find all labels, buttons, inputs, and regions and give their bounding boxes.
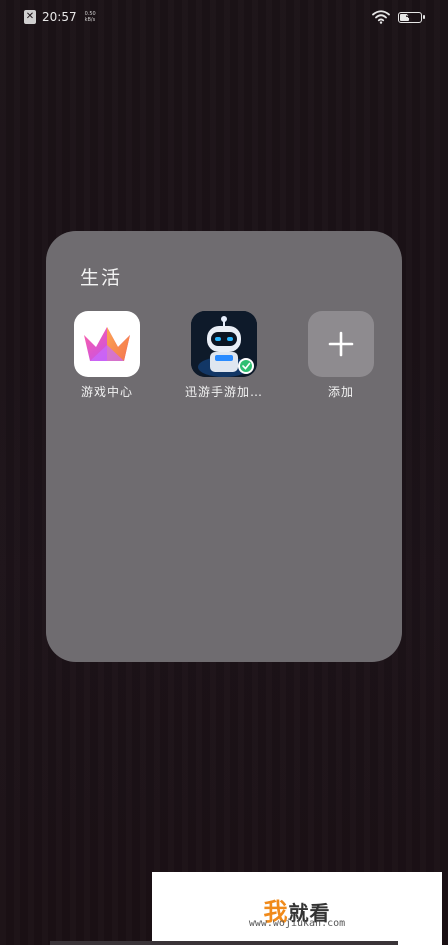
app-folder: 生活 游戏中心 迅游手游加… 添加 — [46, 231, 402, 662]
watermark-banner: 我就看 www.wojiukan.com — [152, 872, 442, 945]
network-speed: 0.50 kB/s — [85, 11, 96, 23]
game-center-crown-icon[interactable] — [74, 311, 140, 377]
app-label-game-center: 游戏中心 — [80, 385, 133, 399]
plus-icon — [328, 331, 354, 357]
battery-level: 40 — [405, 12, 415, 20]
watermark-url: www.wojiukan.com — [248, 918, 346, 929]
app-xunyou[interactable]: 迅游手游加… — [169, 311, 279, 400]
network-speed-unit: kB/s — [84, 17, 96, 23]
no-sim-icon: ✕ — [24, 10, 36, 24]
wifi-icon — [372, 10, 390, 24]
app-label-xunyou: 迅游手游加… — [184, 385, 263, 399]
status-time: 20:57 — [42, 10, 77, 24]
status-bar: ✕ 20:57 0.50 kB/s 40 — [0, 0, 448, 36]
add-app-button[interactable] — [308, 311, 374, 377]
dock-edge — [50, 941, 398, 945]
app-add[interactable]: 添加 — [286, 311, 396, 400]
battery-icon: 40 — [398, 11, 425, 23]
app-game-center[interactable]: 游戏中心 — [52, 311, 162, 400]
folder-title[interactable]: 生活 — [80, 263, 122, 290]
xunyou-robot-icon[interactable] — [191, 311, 257, 377]
app-label-add: 添加 — [327, 385, 354, 399]
